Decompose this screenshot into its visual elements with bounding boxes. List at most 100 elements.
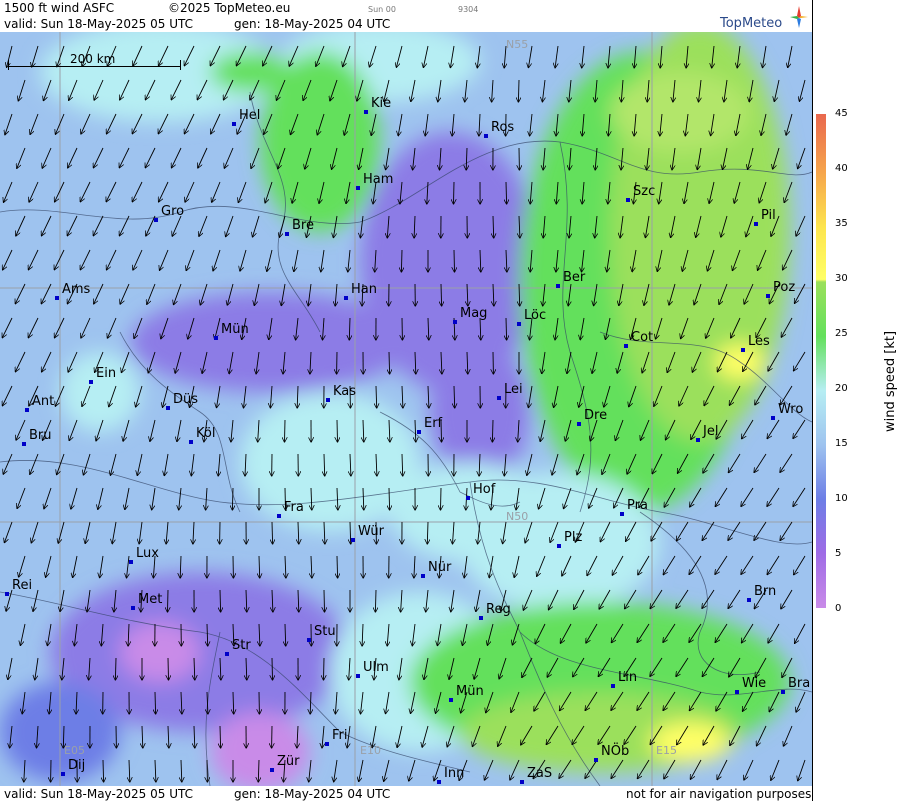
city-label: Jel (696, 424, 718, 442)
scale-label: 200 km (70, 52, 116, 66)
city-label: Pil (754, 208, 776, 226)
wind-arrow (232, 487, 233, 510)
legend-tick: 35 (835, 218, 848, 229)
wind-arrow (492, 419, 493, 442)
wind-field-svg (0, 32, 812, 786)
wind-arrow (272, 657, 273, 680)
wind-arrow (506, 317, 507, 340)
city-label: Dij (61, 758, 85, 776)
wind-arrow (115, 657, 116, 680)
city-label: Hel (232, 108, 260, 126)
city-label: Lei (497, 382, 523, 400)
wind-arrow (389, 487, 390, 510)
city-label: Gro (154, 204, 184, 222)
footer: valid: Sun 18-May-2025 05 UTC gen: 18-Ma… (0, 786, 812, 801)
city-label: Cot (624, 330, 653, 348)
wind-arrow (337, 419, 338, 442)
city-label: Wie (735, 676, 766, 694)
legend-tick: 5 (835, 548, 842, 559)
city-label: Mün (214, 322, 249, 340)
wind-arrow (375, 589, 376, 612)
city-label: Mag (453, 306, 487, 324)
wind-arrow (168, 589, 169, 612)
grid-label-e05: E05 (64, 744, 85, 757)
city-label: Fra (277, 500, 304, 518)
wind-arrow (324, 589, 325, 612)
city-label: Rei (5, 578, 32, 596)
color-scale-bar (816, 114, 826, 608)
grid-label-n50: N50 (506, 510, 529, 523)
footer-generated-time: gen: 18-May-2025 04 UTC (234, 787, 391, 801)
wind-arrow (155, 691, 156, 714)
wind-arrow (506, 181, 507, 204)
city-label: Ros (484, 120, 514, 138)
step-label: Sun 00 (368, 5, 396, 14)
wind-arrow (454, 181, 455, 204)
city-label: Plz (557, 530, 582, 548)
city-label: Szc (626, 184, 655, 202)
city-label: Lin (611, 670, 637, 688)
wind-arrow (285, 419, 286, 442)
footer-valid-time: valid: Sun 18-May-2025 05 UTC (4, 787, 193, 801)
city-label: Poz (766, 280, 795, 298)
wind-arrow (272, 521, 273, 544)
compass-star-icon (790, 6, 808, 28)
city-label: NÖb (594, 744, 629, 762)
legend-tick: 0 (835, 603, 842, 614)
city-label: Mün (449, 684, 484, 702)
city-label: Bru (22, 428, 52, 446)
legend-tick: 20 (835, 383, 848, 394)
grid-label-e15: E15 (656, 744, 677, 757)
header: 1500 ft wind ASFC ©2025 TopMeteo.eu Sun … (0, 0, 812, 32)
city-label: Ein (89, 366, 116, 384)
legend-tick: 30 (835, 273, 848, 284)
legend-unit-label: wind speed [kt] (883, 330, 898, 432)
wind-arrow (441, 487, 442, 510)
city-label: Inn (437, 766, 464, 784)
grid-label-e10: E10 (360, 744, 381, 757)
city-label: Han (344, 282, 377, 300)
city-label: Kas (326, 384, 356, 402)
wind-arrow (454, 249, 455, 272)
air-navigation-note: not for air navigation purposes (626, 787, 812, 801)
code-label: 9304 (458, 5, 479, 14)
city-label: Zür (270, 754, 300, 772)
city-label: Löc (517, 308, 546, 326)
city-label: Fri (325, 728, 348, 746)
copyright: ©2025 TopMeteo.eu (168, 1, 291, 15)
city-label: Les (741, 334, 770, 352)
city-label: Stu (307, 624, 336, 642)
city-label: Ber (556, 270, 585, 288)
legend-tick: 45 (835, 108, 848, 119)
wind-arrow (324, 657, 325, 680)
wind-arrow (401, 249, 402, 272)
city-label: Dre (577, 408, 607, 426)
wind-arrow (103, 759, 104, 782)
city-label: Met (131, 592, 162, 610)
city-label: Ulm (356, 660, 389, 678)
scale-bar: 200 km (8, 52, 182, 72)
wind-arrow (220, 725, 221, 748)
city-label: Wür (351, 524, 384, 542)
grid-label-n55: N55 (506, 38, 529, 51)
wind-arrow (337, 555, 338, 578)
city-label: Str (225, 638, 251, 656)
wind-map[interactable]: N55 N50 E05 E10 E15 Kie Hel Ros Ham Szc Gro Br… (0, 32, 812, 786)
legend-tick: 10 (835, 493, 848, 504)
city-label: Brn (747, 584, 776, 602)
logo-text: TopMeteo (720, 16, 783, 31)
city-label: Ham (356, 172, 393, 190)
city-label: Lux (129, 546, 159, 564)
wind-arrow (389, 351, 390, 374)
city-label: Bra (781, 676, 810, 694)
wind-arrow (441, 283, 442, 306)
product-title: 1500 ft wind ASFC (4, 1, 115, 15)
topmeteo-logo[interactable]: TopMeteo (718, 4, 810, 31)
legend-tick: 40 (835, 163, 848, 174)
city-label: Köl (189, 426, 215, 444)
legend-tick: 25 (835, 328, 848, 339)
city-label: Reg (479, 602, 511, 620)
city-label: Ams (55, 282, 90, 300)
city-label: Nür (421, 560, 451, 578)
city-label: ZaS (520, 766, 552, 784)
